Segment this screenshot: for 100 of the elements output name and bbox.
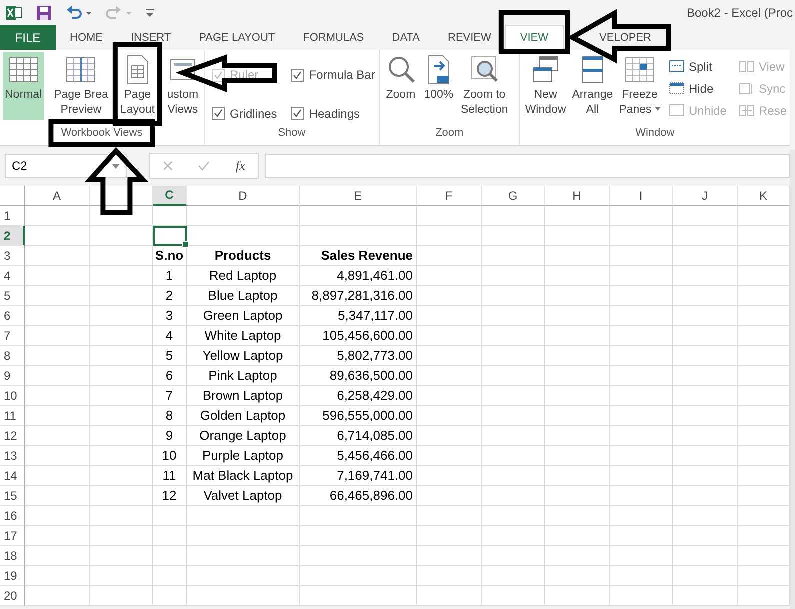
checkbox[interactable]: Formula Bar [291,62,376,88]
column-header[interactable]: E [300,186,417,206]
table-cell [90,266,153,286]
ribbon-button[interactable]: 100% [420,52,457,120]
ribbon-button[interactable]: Split [668,56,727,78]
row-header[interactable]: 15 [0,486,25,506]
checkbox[interactable]: Headings [291,100,376,127]
table-cell [90,366,153,386]
row-header[interactable]: 19 [0,566,25,586]
row-header[interactable]: 14 [0,466,25,486]
checkbox[interactable]: Gridlines [212,100,278,127]
ribbon-button[interactable]: Hide [668,78,727,100]
row-header[interactable]: 4 [0,266,25,286]
ribbon-tab[interactable]: VELOPER [586,25,666,50]
group-label: Zoom [436,127,464,139]
row-header[interactable]: 12 [0,426,25,446]
ribbon-button[interactable]: ustom Views [164,52,201,120]
ribbon-button[interactable]: Page Layout [118,52,157,120]
row-header[interactable]: 10 [0,386,25,406]
insert-function-button[interactable]: fx [236,158,246,174]
ribbon-button[interactable]: Freeze Panes [617,52,663,120]
column-header[interactable]: H [545,186,610,206]
row-header[interactable]: 3 [0,246,25,266]
table-cell [545,206,610,226]
row-header[interactable]: 2 [0,226,25,246]
table-cell [482,246,545,266]
table-cell: 1 [153,266,187,286]
ribbon-tab[interactable]: DATA [378,25,434,50]
active-cell[interactable] [153,226,187,246]
name-box[interactable]: C2 [5,154,127,178]
file-tab[interactable]: FILE [0,25,56,50]
table-cell [673,526,738,546]
column-header[interactable]: K [738,186,790,206]
table-cell [25,286,90,306]
table-cell [482,546,545,566]
reset-position-icon [738,103,755,119]
ribbon-tab[interactable]: VIEW [505,25,564,50]
scroll-bar[interactable] [790,150,795,609]
table-cell: S.no [153,246,187,266]
undo-icon[interactable] [66,6,92,20]
table-cell [610,406,673,426]
table-cell: 7 [153,386,187,406]
table-cell: 11 [153,466,187,486]
ribbon-tab[interactable]: REVIEW [434,25,506,50]
table-cell [610,426,673,446]
row-header[interactable]: 8 [0,346,25,366]
table-cell [545,386,610,406]
row-header[interactable]: 13 [0,446,25,466]
table-cell [25,586,90,606]
table-cell [673,546,738,566]
table-cell [673,586,738,606]
excel-logo-icon[interactable] [6,4,22,20]
table-cell [482,266,545,286]
ribbon-button[interactable]: Normal [3,52,44,120]
ribbon-tab[interactable]: PAGE LAYOUT [185,25,290,50]
table-cell [417,326,482,346]
column-header[interactable]: G [482,186,545,206]
table-cell: Valvet Laptop [187,486,300,506]
column-header[interactable]: I [610,186,673,206]
column-header[interactable]: F [417,186,482,206]
table-cell [153,566,187,586]
row-header[interactable]: 16 [0,506,25,526]
customize-toolbar-icon[interactable] [146,8,154,18]
table-cell [545,266,610,286]
ribbon-button[interactable]: Arrange All [570,52,616,120]
table-cell [610,326,673,346]
ribbon-tab[interactable]: HOME [56,25,117,50]
save-icon[interactable] [36,4,52,20]
ribbon-button[interactable]: Zoom to Selection [458,52,510,120]
ribbon-button[interactable]: Zoom [382,52,419,120]
table-cell [610,286,673,306]
table-cell [610,526,673,546]
ribbon-button[interactable]: New Window [523,52,568,120]
table-cell: Brown Laptop [187,386,300,406]
table-cell: 6,258,429.00 [300,386,417,406]
column-header[interactable]: D [187,186,300,206]
table-cell [610,246,673,266]
table-cell: Blue Laptop [187,286,300,306]
row-header[interactable]: 20 [0,586,25,606]
table-cell [417,226,482,246]
row-header[interactable]: 17 [0,526,25,546]
table-cell [673,366,738,386]
row-header[interactable]: 18 [0,546,25,566]
row-header[interactable]: 6 [0,306,25,326]
column-header[interactable]: J [673,186,738,206]
row-header[interactable]: 9 [0,366,25,386]
formula-input[interactable] [265,154,790,178]
row-header[interactable]: 5 [0,286,25,306]
table-cell [673,446,738,466]
window-icon [668,81,685,97]
ribbon-button[interactable]: Page Brea Preview [52,52,110,120]
column-header[interactable]: C [153,186,187,206]
ribbon-tab[interactable]: INSERT [117,25,186,50]
table-cell: 12 [153,486,187,506]
row-header[interactable]: 7 [0,326,25,346]
table-cell [25,246,90,266]
row-header[interactable]: 11 [0,406,25,426]
table-cell [673,306,738,326]
column-header[interactable]: A [25,186,90,206]
ribbon-tab[interactable]: FORMULAS [289,25,378,50]
